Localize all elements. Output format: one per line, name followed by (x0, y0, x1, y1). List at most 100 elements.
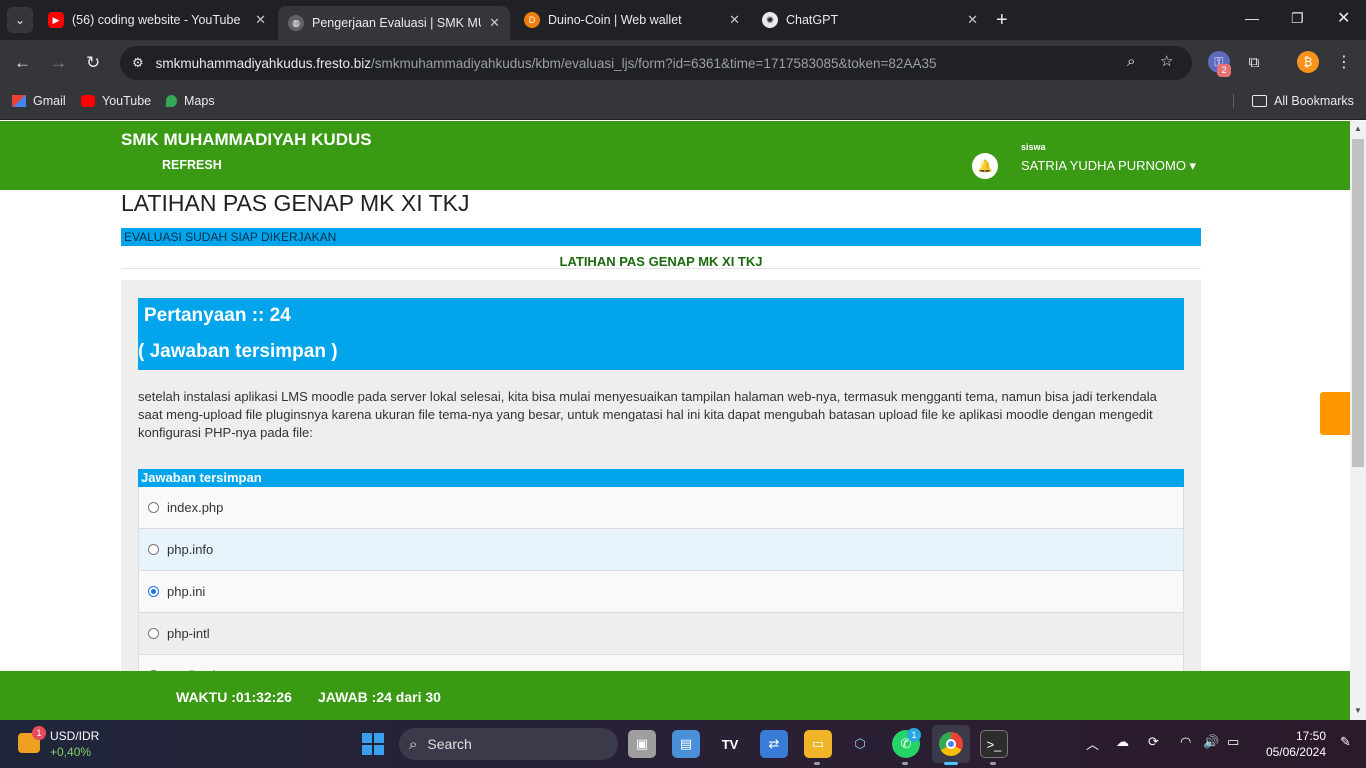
running-indicator (902, 762, 908, 765)
bookmarks-bar: Gmail YouTube Maps All Bookmarks (0, 86, 1366, 120)
duino-coin-icon: D (524, 12, 540, 28)
close-tab-icon[interactable]: ✕ (489, 15, 500, 31)
site-brand[interactable]: SMK MUHAMMADIYAH KUDUS (121, 130, 372, 150)
back-icon[interactable]: ← (14, 53, 31, 73)
bookmark-youtube[interactable]: YouTube (81, 94, 151, 108)
radio-checked-icon[interactable] (148, 586, 159, 597)
exam-footer: WAKTU :01:32:26 JAWAB :24 dari 30 (0, 671, 1350, 720)
windows-start-icon[interactable] (362, 733, 384, 755)
search-icon: ⌕ (409, 735, 418, 753)
refresh-link[interactable]: REFRESH (162, 158, 222, 172)
maps-pin-icon (166, 95, 177, 107)
extensions-puzzle-icon[interactable]: ⧉ (1243, 51, 1265, 73)
forward-icon[interactable]: → (50, 53, 67, 73)
gmail-icon (12, 95, 26, 107)
answered-count: JAWAB :24 dari 30 (318, 689, 441, 705)
tab-duino-coin[interactable]: D Duino-Coin | Web wallet ✕ (514, 6, 750, 34)
radio-unchecked-icon[interactable] (148, 544, 159, 555)
wifi-icon[interactable]: ◠ (1180, 734, 1191, 750)
system-clock[interactable]: 17:50 05/06/2024 (1258, 728, 1326, 760)
answer-option-label: index.php (167, 500, 224, 515)
web-page: SMK MUHAMMADIYAH KUDUS REFRESH 🔔 siswa S… (0, 121, 1350, 720)
answer-option[interactable]: php.info (138, 529, 1184, 571)
battery-icon[interactable]: ▭ (1227, 734, 1239, 750)
close-window-icon[interactable]: ✕ (1337, 8, 1350, 28)
file-explorer-icon[interactable]: ▭ (804, 730, 832, 758)
question-header: Pertanyaan :: 24 ( Jawaban tersimpan ) (138, 298, 1184, 370)
widget-badge: 1 (32, 726, 46, 740)
taskbar-search[interactable]: ⌕ Search (399, 728, 618, 760)
close-tab-icon[interactable]: ✕ (255, 12, 266, 28)
menu-kebab-icon[interactable]: ⋮ (1333, 51, 1355, 73)
volume-icon[interactable]: 🔊 (1203, 734, 1219, 750)
notification-center-icon[interactable]: ✎ (1340, 734, 1351, 750)
question-card: Pertanyaan :: 24 ( Jawaban tersimpan ) s… (121, 280, 1201, 720)
question-number: Pertanyaan :: 24 (144, 305, 291, 326)
answers-header: Jawaban tersimpan (138, 469, 1184, 487)
running-indicator (814, 762, 820, 765)
sync-icon[interactable]: ⟳ (1148, 734, 1159, 750)
tray-overflow-chevron-icon[interactable]: ︿ (1086, 734, 1099, 753)
answer-option[interactable]: php.ini (138, 571, 1184, 613)
user-menu[interactable]: SATRIA YUDHA PURNOMO ▾ (1021, 158, 1196, 174)
question-text: setelah instalasi aplikasi LMS moodle pa… (138, 389, 1157, 440)
virtualbox-icon[interactable]: ⬡ (846, 730, 874, 758)
user-role: siswa (1021, 142, 1046, 152)
extension-badge: 2 (1217, 64, 1231, 77)
site-info-icon[interactable]: ⚙ (132, 55, 144, 71)
answer-option-label: php.info (167, 542, 214, 557)
scroll-up-icon[interactable]: ▲ (1354, 124, 1362, 133)
all-bookmarks[interactable]: All Bookmarks (1233, 94, 1354, 108)
browser-toolbar: ← → ↻ ⚙ smkmuhammadiyahkudus.fresto.biz/… (0, 40, 1366, 86)
ticker-name: USD/IDR (50, 729, 100, 743)
bitcoin-icon[interactable]: ₿ (1297, 51, 1319, 73)
evaluation-subtitle: LATIHAN PAS GENAP MK XI TKJ (559, 254, 763, 269)
page-title: LATIHAN PAS GENAP MK XI TKJ (121, 190, 470, 216)
photos-icon[interactable]: ▤ (672, 730, 700, 758)
zoom-icon[interactable]: ⌕ (1127, 53, 1135, 70)
close-tab-icon[interactable]: ✕ (729, 12, 740, 28)
new-tab-plus-icon[interactable]: + (996, 9, 1008, 32)
active-indicator (944, 762, 958, 765)
youtube-icon: ▶ (48, 12, 64, 28)
close-tab-icon[interactable]: ✕ (967, 12, 978, 28)
globe-icon: ◍ (288, 15, 304, 31)
tab-evaluasi[interactable]: ◍ Pengerjaan Evaluasi | SMK MUH ✕ (278, 6, 510, 40)
radio-unchecked-icon[interactable] (148, 502, 159, 513)
url-text: smkmuhammadiyahkudus.fresto.biz/smkmuham… (155, 55, 937, 71)
scroll-down-icon[interactable]: ▼ (1354, 706, 1362, 715)
notification-bell-icon[interactable]: 🔔 (972, 153, 998, 179)
tab-search-chevron-icon[interactable]: ⌄ (7, 7, 33, 33)
restore-icon[interactable]: ❐ (1291, 10, 1304, 27)
onedrive-icon[interactable]: ☁ (1116, 734, 1129, 750)
tradingview-icon[interactable]: TV (716, 730, 744, 758)
chrome-taskbar-button[interactable] (932, 725, 970, 763)
question-status: ( Jawaban tersimpan ) (138, 341, 338, 362)
minimize-icon[interactable]: — (1245, 10, 1259, 26)
task-view-icon[interactable]: ▣ (628, 730, 656, 758)
answer-option[interactable]: php-intl (138, 613, 1184, 655)
answer-option[interactable]: index.php (138, 487, 1184, 529)
site-header: SMK MUHAMMADIYAH KUDUS REFRESH 🔔 siswa S… (0, 121, 1350, 190)
bookmark-star-icon[interactable]: ☆ (1160, 52, 1173, 70)
timer: WAKTU :01:32:26 (176, 689, 292, 705)
tab-chatgpt[interactable]: ✺ ChatGPT ✕ (752, 6, 988, 34)
youtube-icon (81, 95, 95, 107)
radio-unchecked-icon[interactable] (148, 628, 159, 639)
running-indicator (990, 762, 996, 765)
scrollbar-thumb[interactable] (1352, 139, 1364, 467)
address-bar[interactable]: ⚙ smkmuhammadiyahkudus.fresto.biz/smkmuh… (120, 46, 1192, 80)
bookmark-maps[interactable]: Maps (166, 94, 215, 108)
terminal-icon[interactable]: >_ (980, 730, 1008, 758)
side-floating-tab[interactable] (1320, 392, 1350, 435)
browser-tab-strip: ⌄ ▶ (56) coding website - YouTube ✕ ◍ Pe… (0, 0, 1366, 40)
reload-icon[interactable]: ↻ (86, 53, 100, 73)
page-scrollbar[interactable]: ▲ ▼ (1350, 121, 1366, 720)
folder-icon (1252, 95, 1267, 107)
bookmark-gmail[interactable]: Gmail (12, 94, 66, 108)
tab-youtube[interactable]: ▶ (56) coding website - YouTube ✕ (38, 6, 276, 34)
answer-option-label: php-intl (167, 626, 210, 641)
device-manager-icon[interactable]: ⇄ (760, 730, 788, 758)
chatgpt-icon: ✺ (762, 12, 778, 28)
chrome-icon (939, 732, 963, 756)
